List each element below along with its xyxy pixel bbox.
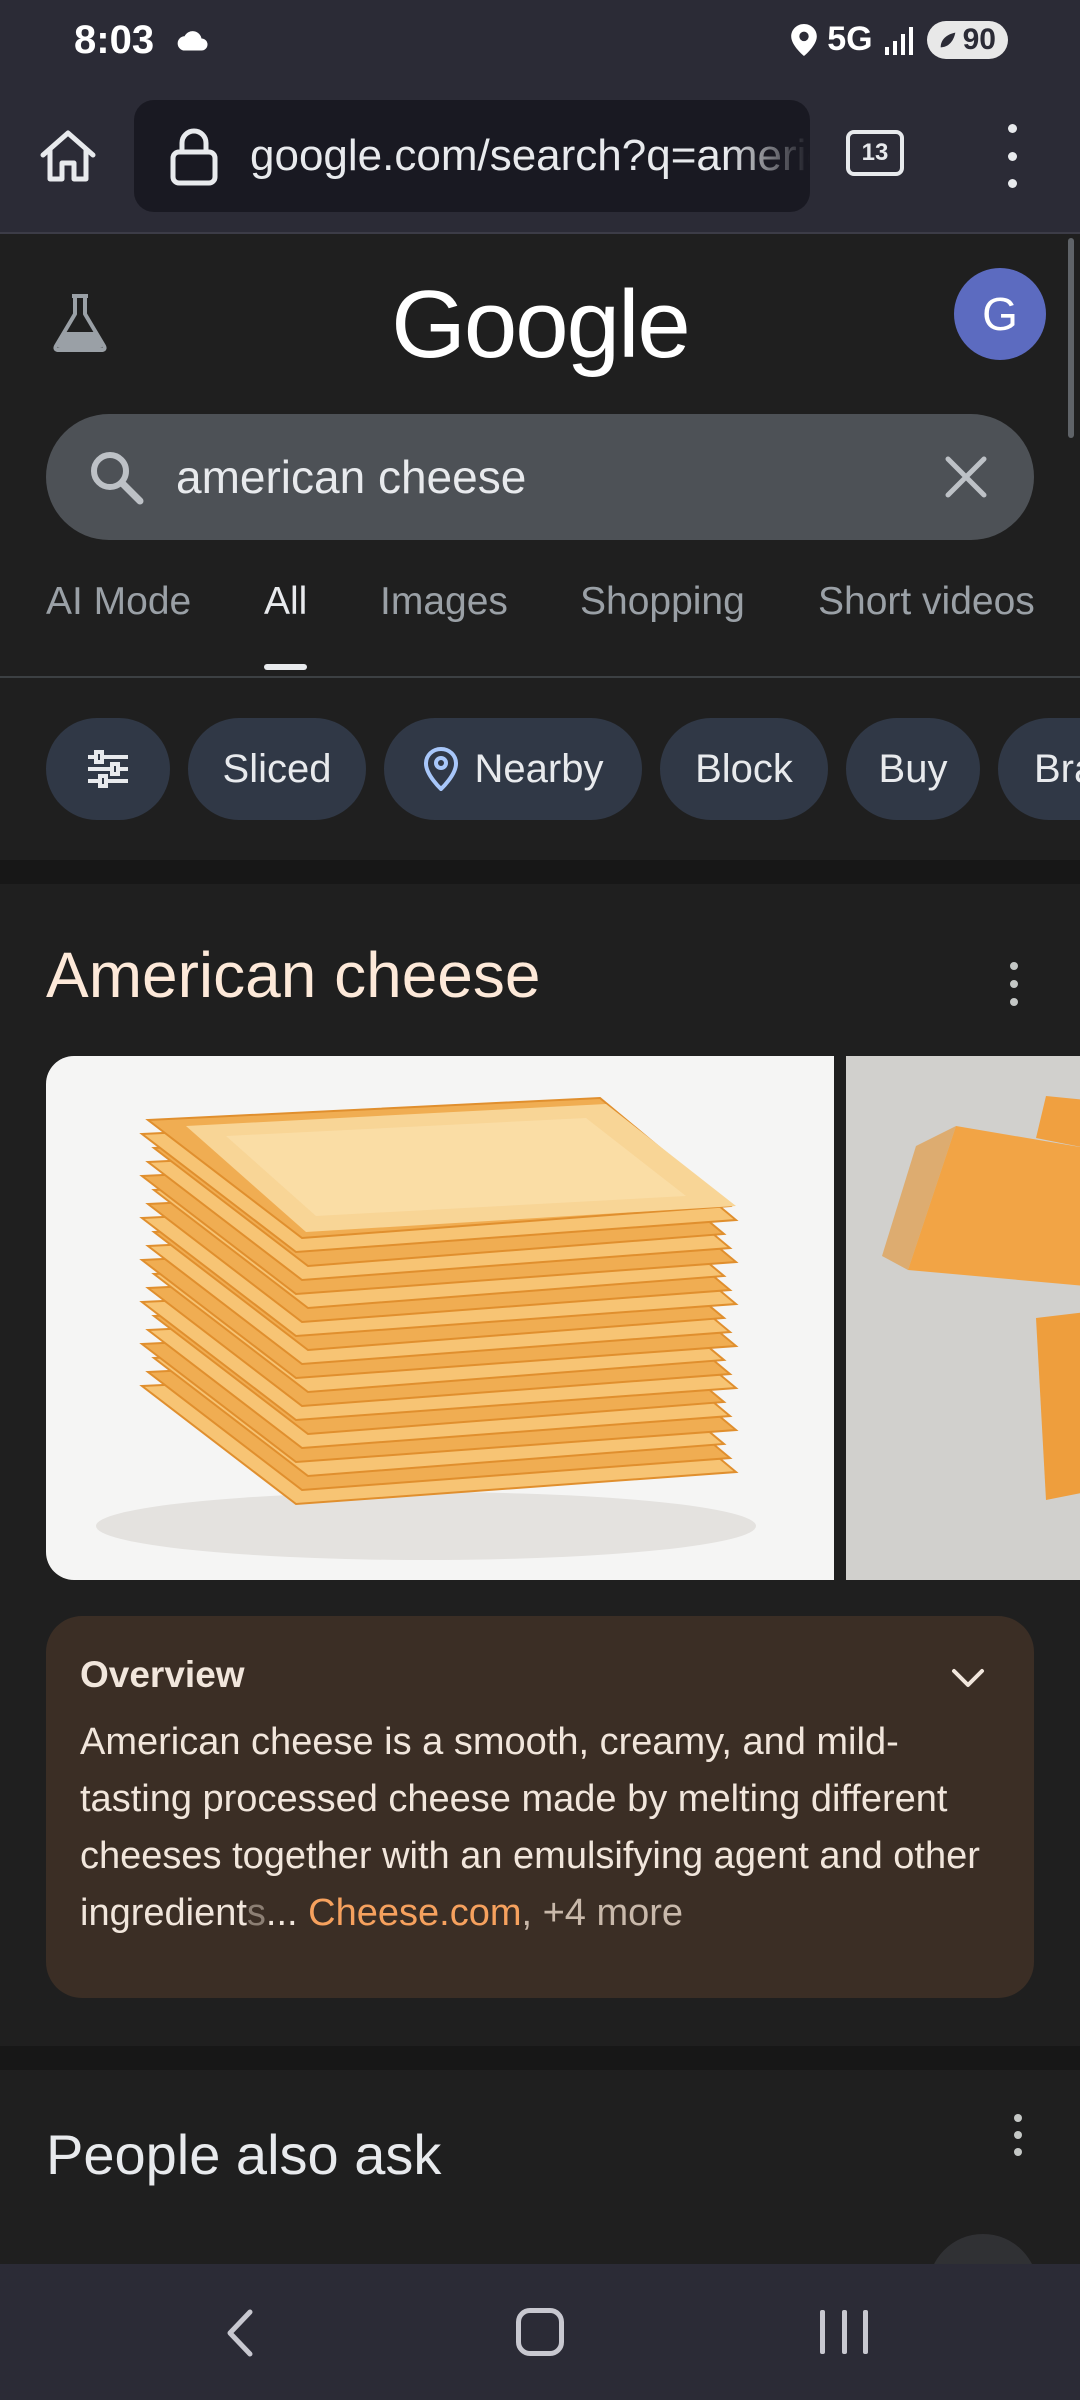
knowledge-panel-title: American cheese [46, 939, 541, 1011]
chip-nearby[interactable]: Nearby [384, 718, 642, 820]
tab-images[interactable]: Images [380, 580, 508, 670]
chip-block[interactable]: Block [660, 718, 828, 820]
chevron-down-icon[interactable] [946, 1656, 990, 1700]
recents-button[interactable] [820, 2310, 868, 2354]
home-nav-button[interactable] [516, 2308, 564, 2356]
search-input[interactable]: american cheese [176, 450, 942, 504]
tune-icon [88, 750, 128, 788]
people-also-ask-title: People also ask [46, 2123, 442, 2186]
browser-toolbar: google.com/search?q=american+cheese 13 [0, 90, 1080, 234]
tab-shopping[interactable]: Shopping [580, 580, 745, 670]
cloud-icon [177, 31, 208, 51]
signal-icon [884, 26, 913, 55]
chip-brand[interactable]: Bra [998, 718, 1080, 820]
tab-all[interactable]: All [264, 580, 308, 670]
knowledge-panel-menu-button[interactable] [1004, 962, 1024, 1006]
status-indicators: 5G 90 [791, 20, 1008, 59]
account-avatar[interactable]: G [954, 268, 1046, 360]
system-navigation-bar [0, 2264, 1080, 2400]
overview-text: American cheese is a smooth, creamy, and… [80, 1714, 1010, 1942]
address-bar[interactable]: google.com/search?q=american+cheese [134, 100, 810, 212]
chip-sliced[interactable]: Sliced [188, 718, 366, 820]
lock-icon [170, 128, 218, 186]
tab-ai-mode[interactable]: AI Mode [46, 580, 191, 670]
browser-menu-button[interactable] [992, 124, 1032, 188]
chip-buy[interactable]: Buy [846, 718, 980, 820]
source-link[interactable]: Cheese.com [308, 1892, 521, 1934]
battery-saver-icon [940, 32, 955, 47]
battery-level: 90 [962, 22, 996, 56]
search-tabs: AI Mode All Images Shopping Short videos [0, 580, 1080, 678]
tab-switcher-button[interactable]: 13 [846, 130, 904, 176]
tab-short-videos[interactable]: Short videos [818, 580, 1035, 670]
filter-chips: Sliced Nearby Block Buy Bra [0, 718, 1080, 822]
back-icon[interactable] [220, 2306, 260, 2360]
url-text[interactable]: google.com/search?q=american+cheese [250, 131, 810, 181]
battery-indicator: 90 [926, 20, 1008, 59]
home-icon [40, 130, 96, 182]
overview-heading: Overview [80, 1654, 245, 1695]
cheese-image-main[interactable] [46, 1056, 834, 1580]
more-sources-link[interactable]: , +4 more [521, 1892, 683, 1934]
search-results-page: Google G american cheese AI Mode All Ima… [0, 234, 1080, 2264]
google-logo[interactable]: Google [0, 270, 1080, 380]
clear-icon[interactable] [942, 453, 990, 501]
section-divider [0, 860, 1080, 884]
location-icon [791, 23, 818, 56]
search-icon [91, 452, 144, 505]
network-type: 5G [827, 20, 873, 58]
cheese-slices-illustration [846, 1056, 1080, 1580]
status-bar: 8:03 5G 90 [0, 0, 1080, 90]
overview-ellipsis: ... [265, 1892, 298, 1934]
section-divider [0, 2046, 1080, 2070]
cheese-image-secondary[interactable] [846, 1056, 1080, 1580]
home-button[interactable] [30, 118, 106, 194]
filter-settings-chip[interactable] [46, 718, 170, 820]
status-time: 8:03 [74, 18, 155, 62]
location-pin-icon [423, 747, 458, 791]
overview-fade-text: s [246, 1892, 266, 1934]
search-box[interactable]: american cheese [46, 414, 1034, 540]
people-also-ask-menu-button[interactable] [1008, 2114, 1028, 2156]
overview-card[interactable]: Overview American cheese is a smooth, cr… [46, 1616, 1034, 1998]
floating-action-button[interactable] [928, 2234, 1038, 2264]
cheese-stack-illustration [96, 1096, 756, 1560]
